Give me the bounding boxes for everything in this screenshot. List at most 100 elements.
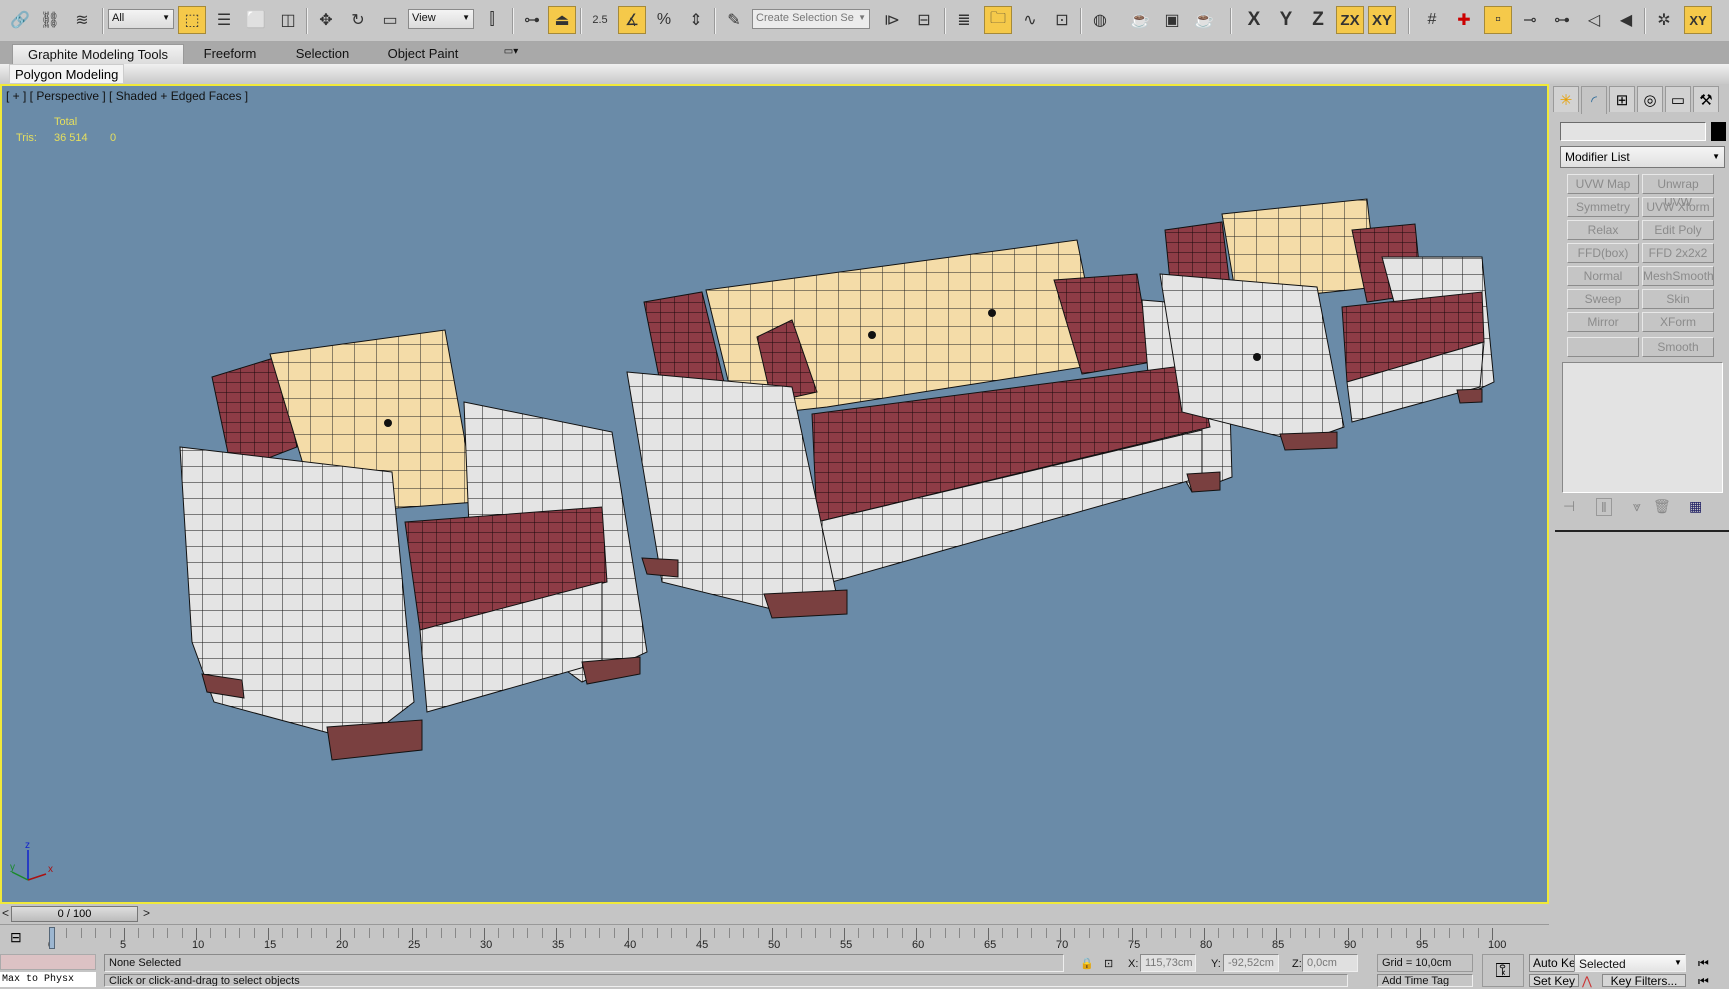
add-time-tag[interactable]: Add Time Tag [1377,974,1473,987]
modifier-button[interactable]: Mirror [1567,312,1639,332]
schematic-view-icon[interactable]: ⊡ [1048,6,1076,34]
absolute-mode-icon[interactable]: ⊡ [1104,957,1113,970]
track-bar[interactable]: ⊟ 05101520253035404550556065707580859095… [0,924,1549,954]
lock-selection-icon[interactable]: 🔒 [1080,957,1094,970]
modifier-button[interactable]: FFD 2x2x2 [1642,243,1714,263]
modifier-button[interactable]: Normal [1567,266,1639,286]
scene-render[interactable] [2,86,1549,904]
configure-modifier-sets-icon[interactable]: ▦ [1689,498,1702,515]
keyboard-shortcut-override-icon[interactable]: ⏏ [548,6,576,34]
bind-to-space-warp-icon[interactable]: ≋ [68,6,96,34]
rendered-frame-icon[interactable]: ▣ [1158,6,1186,34]
modifier-button[interactable]: Relax [1567,220,1639,240]
render-production-icon[interactable]: ☕ [1190,6,1218,34]
current-frame-marker[interactable] [49,927,55,949]
key-mode-dropdown[interactable]: Selected [1574,954,1686,972]
modifier-button[interactable]: Sweep [1567,289,1639,309]
armchair-model[interactable] [179,329,648,761]
motion-tab-icon[interactable]: ◎ [1637,86,1663,112]
hierarchy-tab-icon[interactable]: ⊞ [1609,86,1635,112]
go-to-start-icon[interactable]: ⏮ [1698,956,1709,971]
snaps-toggle-icon[interactable]: 2.5 [586,6,614,34]
modifier-button[interactable]: MeshSmooth [1642,266,1714,286]
x-coord-field[interactable]: 115,73cm [1140,954,1196,972]
sofa-model[interactable] [626,239,1233,619]
y-coord-field[interactable]: -92,52cm [1223,954,1279,972]
vertex-snap-icon[interactable]: ▫ [1484,6,1512,34]
create-tab-icon[interactable]: ✳ [1553,86,1579,112]
select-by-name-icon[interactable]: ☰ [210,6,238,34]
select-and-rotate-icon[interactable]: ↻ [344,6,372,34]
named-selection-dropdown[interactable]: Create Selection Se [752,9,870,29]
render-setup-icon[interactable]: ☕ [1126,6,1154,34]
selection-filter-dropdown[interactable]: All [108,9,174,29]
modifier-button[interactable]: Skin [1642,289,1714,309]
pivot-snap-icon[interactable]: ✚ [1450,6,1478,34]
material-editor-icon[interactable]: ◍ [1086,6,1114,34]
modify-tab-icon[interactable]: ◜ [1581,86,1607,114]
axis-zx-button[interactable]: ZX [1336,6,1364,34]
time-slider-next[interactable]: > [143,906,150,920]
angle-snap-icon[interactable]: ∡ [618,6,646,34]
unlink-selection-icon[interactable]: ⛓ [36,6,64,34]
key-filters-button[interactable]: Key Filters... [1602,974,1686,987]
select-and-scale-icon[interactable]: ▭ [376,6,404,34]
edit-named-selection-icon[interactable]: ✎ [720,6,748,34]
maxscript-mini-listener[interactable]: Max to Physx [0,972,96,987]
utilities-tab-icon[interactable]: ⚒ [1693,86,1719,112]
window-crossing-icon[interactable]: ◫ [274,6,302,34]
axis-xy-button[interactable]: XY [1368,6,1396,34]
rectangular-selection-icon[interactable]: ⬜ [242,6,270,34]
modifier-button[interactable]: Edit Poly [1642,220,1714,240]
face-snap-icon[interactable]: ◀ [1612,6,1640,34]
modifier-button[interactable]: XForm [1642,312,1714,332]
polygon-modeling-panel[interactable]: Polygon Modeling [9,64,125,84]
snap-options-icon[interactable]: ✲ [1650,6,1678,34]
ribbon-options-icon[interactable]: ▭▾ [496,44,526,64]
endpoint-snap-icon[interactable]: ⊸ [1516,6,1544,34]
scene-explorer-icon[interactable]: 🗀 [984,6,1012,34]
make-unique-icon[interactable]: ⩔ [1633,498,1641,515]
modifier-list-dropdown[interactable]: Modifier List [1560,146,1725,168]
modifier-button[interactable]: UVW Xform [1642,197,1714,217]
modifier-button[interactable] [1567,337,1639,357]
select-and-move-icon[interactable]: ✥ [312,6,340,34]
percent-snap-icon[interactable]: % [650,6,678,34]
modifier-button[interactable]: Smooth [1642,337,1714,357]
select-object-icon[interactable]: ⬚ [178,6,206,34]
tab-graphite-modeling-tools[interactable]: Graphite Modeling Tools [12,44,184,64]
grid-points-snap-icon[interactable]: # [1418,6,1446,34]
maxscript-listener-pink[interactable] [0,954,96,970]
set-key-button[interactable]: Set Key [1529,974,1580,987]
time-slider-prev[interactable]: < [2,906,9,920]
z-coord-field[interactable]: 0,0cm [1302,954,1358,972]
mirror-icon[interactable]: ⧐ [878,6,906,34]
modifier-button[interactable]: Unwrap UVW [1642,174,1714,209]
loveseat-model[interactable] [1159,198,1495,451]
spinner-snap-icon[interactable]: ⇕ [682,6,710,34]
show-end-result-icon[interactable]: ‖ [1596,498,1612,516]
tab-selection[interactable]: Selection [285,44,360,64]
set-keys-key-icon[interactable]: ⚿ [1482,954,1524,987]
tab-object-paint[interactable]: Object Paint [378,44,468,64]
edge-snap-icon[interactable]: ◁ [1580,6,1608,34]
select-and-link-icon[interactable]: 🔗 [6,6,34,34]
object-name-field[interactable] [1560,122,1706,141]
align-icon[interactable]: ⊟ [910,6,938,34]
layer-manager-icon[interactable]: ≣ [950,6,978,34]
object-color-swatch[interactable] [1711,122,1726,141]
viewport-label[interactable]: [ + ] [ Perspective ] [ Shaded + Edged F… [6,89,248,103]
use-pivot-center-icon[interactable]: ⫿ [478,6,506,34]
reference-coordinate-dropdown[interactable]: View [408,9,474,29]
axis-x-button[interactable]: X [1240,6,1268,34]
remove-modifier-icon[interactable]: 🗑 [1653,498,1671,515]
time-slider-thumb[interactable]: 0 / 100 [11,906,138,922]
axis-y-button[interactable]: Y [1272,6,1300,34]
pin-stack-icon[interactable]: ⊣ [1563,498,1575,515]
axis-z-button[interactable]: Z [1304,6,1332,34]
curve-editor-icon[interactable]: ∿ [1016,6,1044,34]
modifier-button[interactable]: Symmetry [1567,197,1639,217]
tab-freeform[interactable]: Freeform [190,44,270,64]
perspective-viewport[interactable]: [ + ] [ Perspective ] [ Shaded + Edged F… [0,84,1549,904]
select-manipulate-icon[interactable]: ⊶ [518,6,546,34]
